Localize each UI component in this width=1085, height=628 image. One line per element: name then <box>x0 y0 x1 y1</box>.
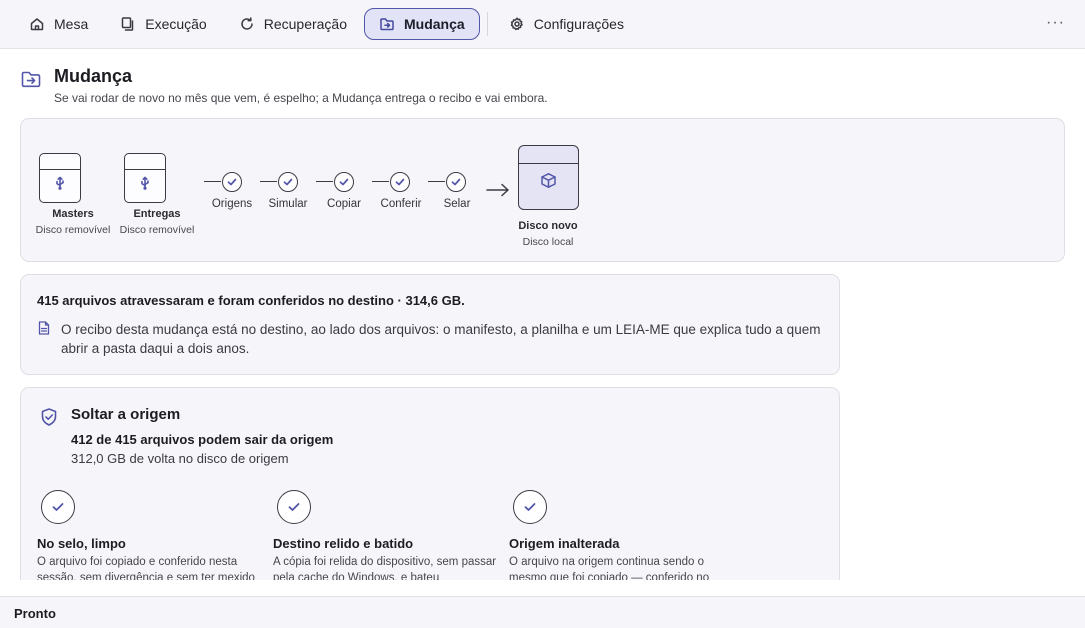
source-drive-kind: Disco removível <box>119 224 195 236</box>
source-drive-masters[interactable] <box>39 153 81 203</box>
criterion-item: Origem inalterada O arquivo na origem co… <box>509 490 735 580</box>
release-card: Soltar a origem 412 de 415 arquivos pode… <box>20 387 840 580</box>
criterion-item: Destino relido e batido A cópia foi reli… <box>273 490 499 580</box>
destination-disk[interactable] <box>518 145 579 210</box>
destination-kind: Disco local <box>522 236 574 248</box>
criterion-item: No selo, limpo O arquivo foi copiado e c… <box>37 490 263 580</box>
source-drive-name: Entregas <box>133 208 181 220</box>
criterion-title: Origem inalterada <box>509 536 620 551</box>
flow-card: Masters Disco removível Entregas Disco r… <box>20 118 1065 262</box>
usb-icon <box>56 176 64 190</box>
shield-check-icon <box>39 407 59 427</box>
criterion-text: O arquivo foi copiado e conferido nesta … <box>37 556 255 580</box>
arrow-right-icon <box>486 183 510 197</box>
status-bar: Pronto <box>0 596 1085 628</box>
check-icon <box>451 178 461 186</box>
check-icon <box>339 178 349 186</box>
summary-title: 415 arquivos atravessaram e foram confer… <box>37 293 465 308</box>
box-icon <box>541 173 556 188</box>
check-circle-icon <box>277 490 311 524</box>
destination-name: Disco novo <box>518 220 578 232</box>
summary-card: 415 arquivos atravessaram e foram confer… <box>20 274 840 375</box>
criterion-text: O arquivo na origem continua sendo o mes… <box>509 556 710 580</box>
source-drive-entregas[interactable] <box>124 153 166 203</box>
step-label: Selar <box>443 198 471 210</box>
release-count: 412 de 415 arquivos podem sair da origem <box>71 432 334 447</box>
main-content: Mudança Se vai rodar de novo no mês que … <box>0 0 1085 580</box>
page-title: Mudança <box>54 66 133 86</box>
folder-move-icon <box>20 68 42 90</box>
status-text: Pronto <box>14 606 56 621</box>
check-circle-icon <box>41 490 75 524</box>
page-subtitle: Se vai rodar de novo no mês que vem, é e… <box>54 91 548 105</box>
criterion-title: Destino relido e batido <box>273 536 414 551</box>
document-icon <box>38 321 50 335</box>
release-title: Soltar a origem <box>71 406 181 423</box>
check-icon <box>227 178 237 186</box>
summary-text: O recibo desta mudança está no destino, … <box>61 322 821 356</box>
check-icon <box>395 178 405 186</box>
release-size: 312,0 GB de volta no disco de origem <box>71 451 289 466</box>
criterion-title: No selo, limpo <box>37 536 126 551</box>
criterion-text: A cópia foi relida do dispositivo, sem p… <box>273 556 497 580</box>
check-circle-icon <box>513 490 547 524</box>
usb-icon <box>141 176 149 190</box>
check-icon <box>283 178 293 186</box>
